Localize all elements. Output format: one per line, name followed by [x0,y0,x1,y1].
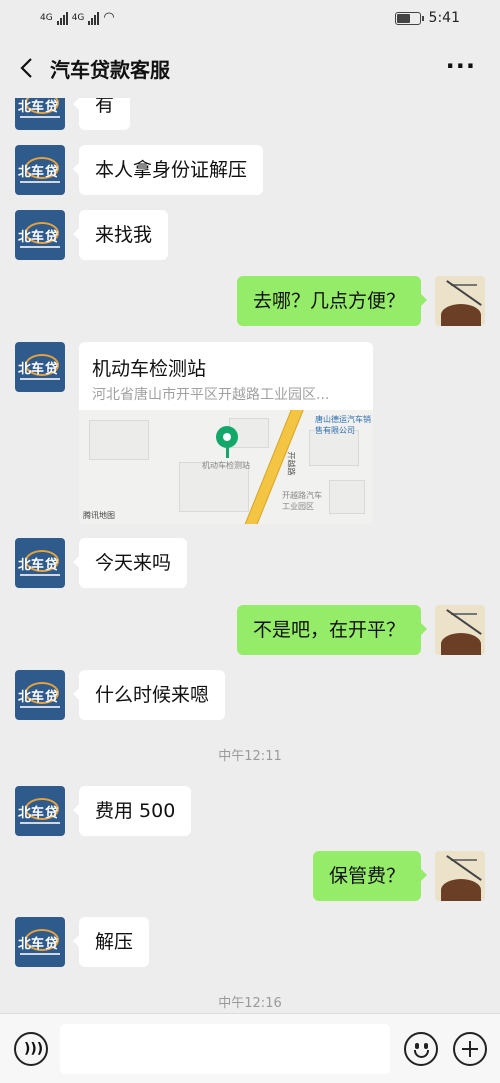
message-bubble[interactable]: 保管费？ [312,851,428,901]
chat-title: 汽车贷款客服 [50,58,170,82]
plus-icon[interactable] [453,1032,487,1066]
my-avatar[interactable] [435,605,485,655]
contact-avatar[interactable]: 北车贷 [15,670,65,720]
message-input[interactable] [60,1024,390,1074]
title-bar: 汽车贷款客服 ··· [0,38,500,98]
message-bubble[interactable]: 费用 500 [72,786,192,836]
message-bubble[interactable]: 本人拿身份证解压 [72,145,264,195]
location-map: 机动车检测站 开越路 唐山德运汽车销售有限公司 开越路汽车工业园区 腾讯地图 [79,410,373,524]
map-provider-logo: 腾讯地图 [83,511,115,520]
my-avatar[interactable] [435,276,485,326]
status-left: 4G 4G ◠ [40,10,115,25]
map-block [89,420,149,460]
map-park-label: 开越路汽车工业园区 [282,491,322,511]
signal-icon [56,11,68,25]
contact-avatar[interactable]: 北车贷 [15,342,65,392]
location-name: 机动车检测站 [92,358,207,380]
network-type-1: 4G [40,12,53,23]
map-pin-icon [216,426,238,448]
message-bubble[interactable]: 不是吧，在开平？ [236,605,428,655]
message-bubble[interactable]: 什么时候来嗯 [72,670,226,720]
map-pin-stem [226,446,229,458]
contact-avatar[interactable]: 北车贷 [15,145,65,195]
signal-icon-2 [88,11,100,25]
status-bar: 4G 4G ◠ 5:41 [0,0,500,38]
location-address: 河北省唐山市开平区开越路工业园区... [92,387,330,403]
map-road-label: 开越路 [286,451,296,476]
contact-avatar[interactable]: 北车贷 [15,210,65,260]
chat-area[interactable]: 北车贷 有 北车贷 本人拿身份证解压 北车贷 来找我 去哪？几点方便？ 北车贷 … [0,98,500,1013]
more-icon[interactable]: ··· [446,52,476,80]
my-avatar[interactable] [435,851,485,901]
contact-avatar[interactable]: 北车贷 [15,538,65,588]
voice-icon[interactable]: ))) [14,1032,48,1066]
message-bubble[interactable]: 解压 [72,917,150,967]
wifi-icon: ◠ [103,10,115,25]
status-time: 5:41 [428,10,460,26]
message-bubble[interactable]: 去哪？几点方便？ [236,276,428,326]
emoji-icon[interactable] [404,1032,438,1066]
timestamp: 中午12:16 [218,996,282,1011]
message-bubble[interactable]: 来找我 [72,210,169,260]
timestamp: 中午12:11 [218,749,282,764]
contact-avatar[interactable]: 北车贷 [15,786,65,836]
input-bar: ))) [0,1013,500,1083]
network-type-2: 4G [71,12,85,23]
contact-avatar[interactable]: 北车贷 [15,917,65,967]
map-company-label: 唐山德运汽车销售有限公司 [315,415,371,435]
back-icon[interactable] [16,56,40,80]
contact-avatar[interactable]: 北车贷 [15,98,65,130]
map-block [329,480,365,514]
map-poi-label: 机动车检测站 [202,461,250,470]
status-right: 5:41 [394,10,460,26]
battery-level [396,13,410,23]
message-bubble[interactable]: 今天来吗 [72,538,188,588]
location-card[interactable]: 机动车检测站 河北省唐山市开平区开越路工业园区... 机动车检测站 开越路 唐山… [79,342,373,524]
message-bubble[interactable]: 有 [72,98,131,130]
battery-icon [394,11,424,25]
